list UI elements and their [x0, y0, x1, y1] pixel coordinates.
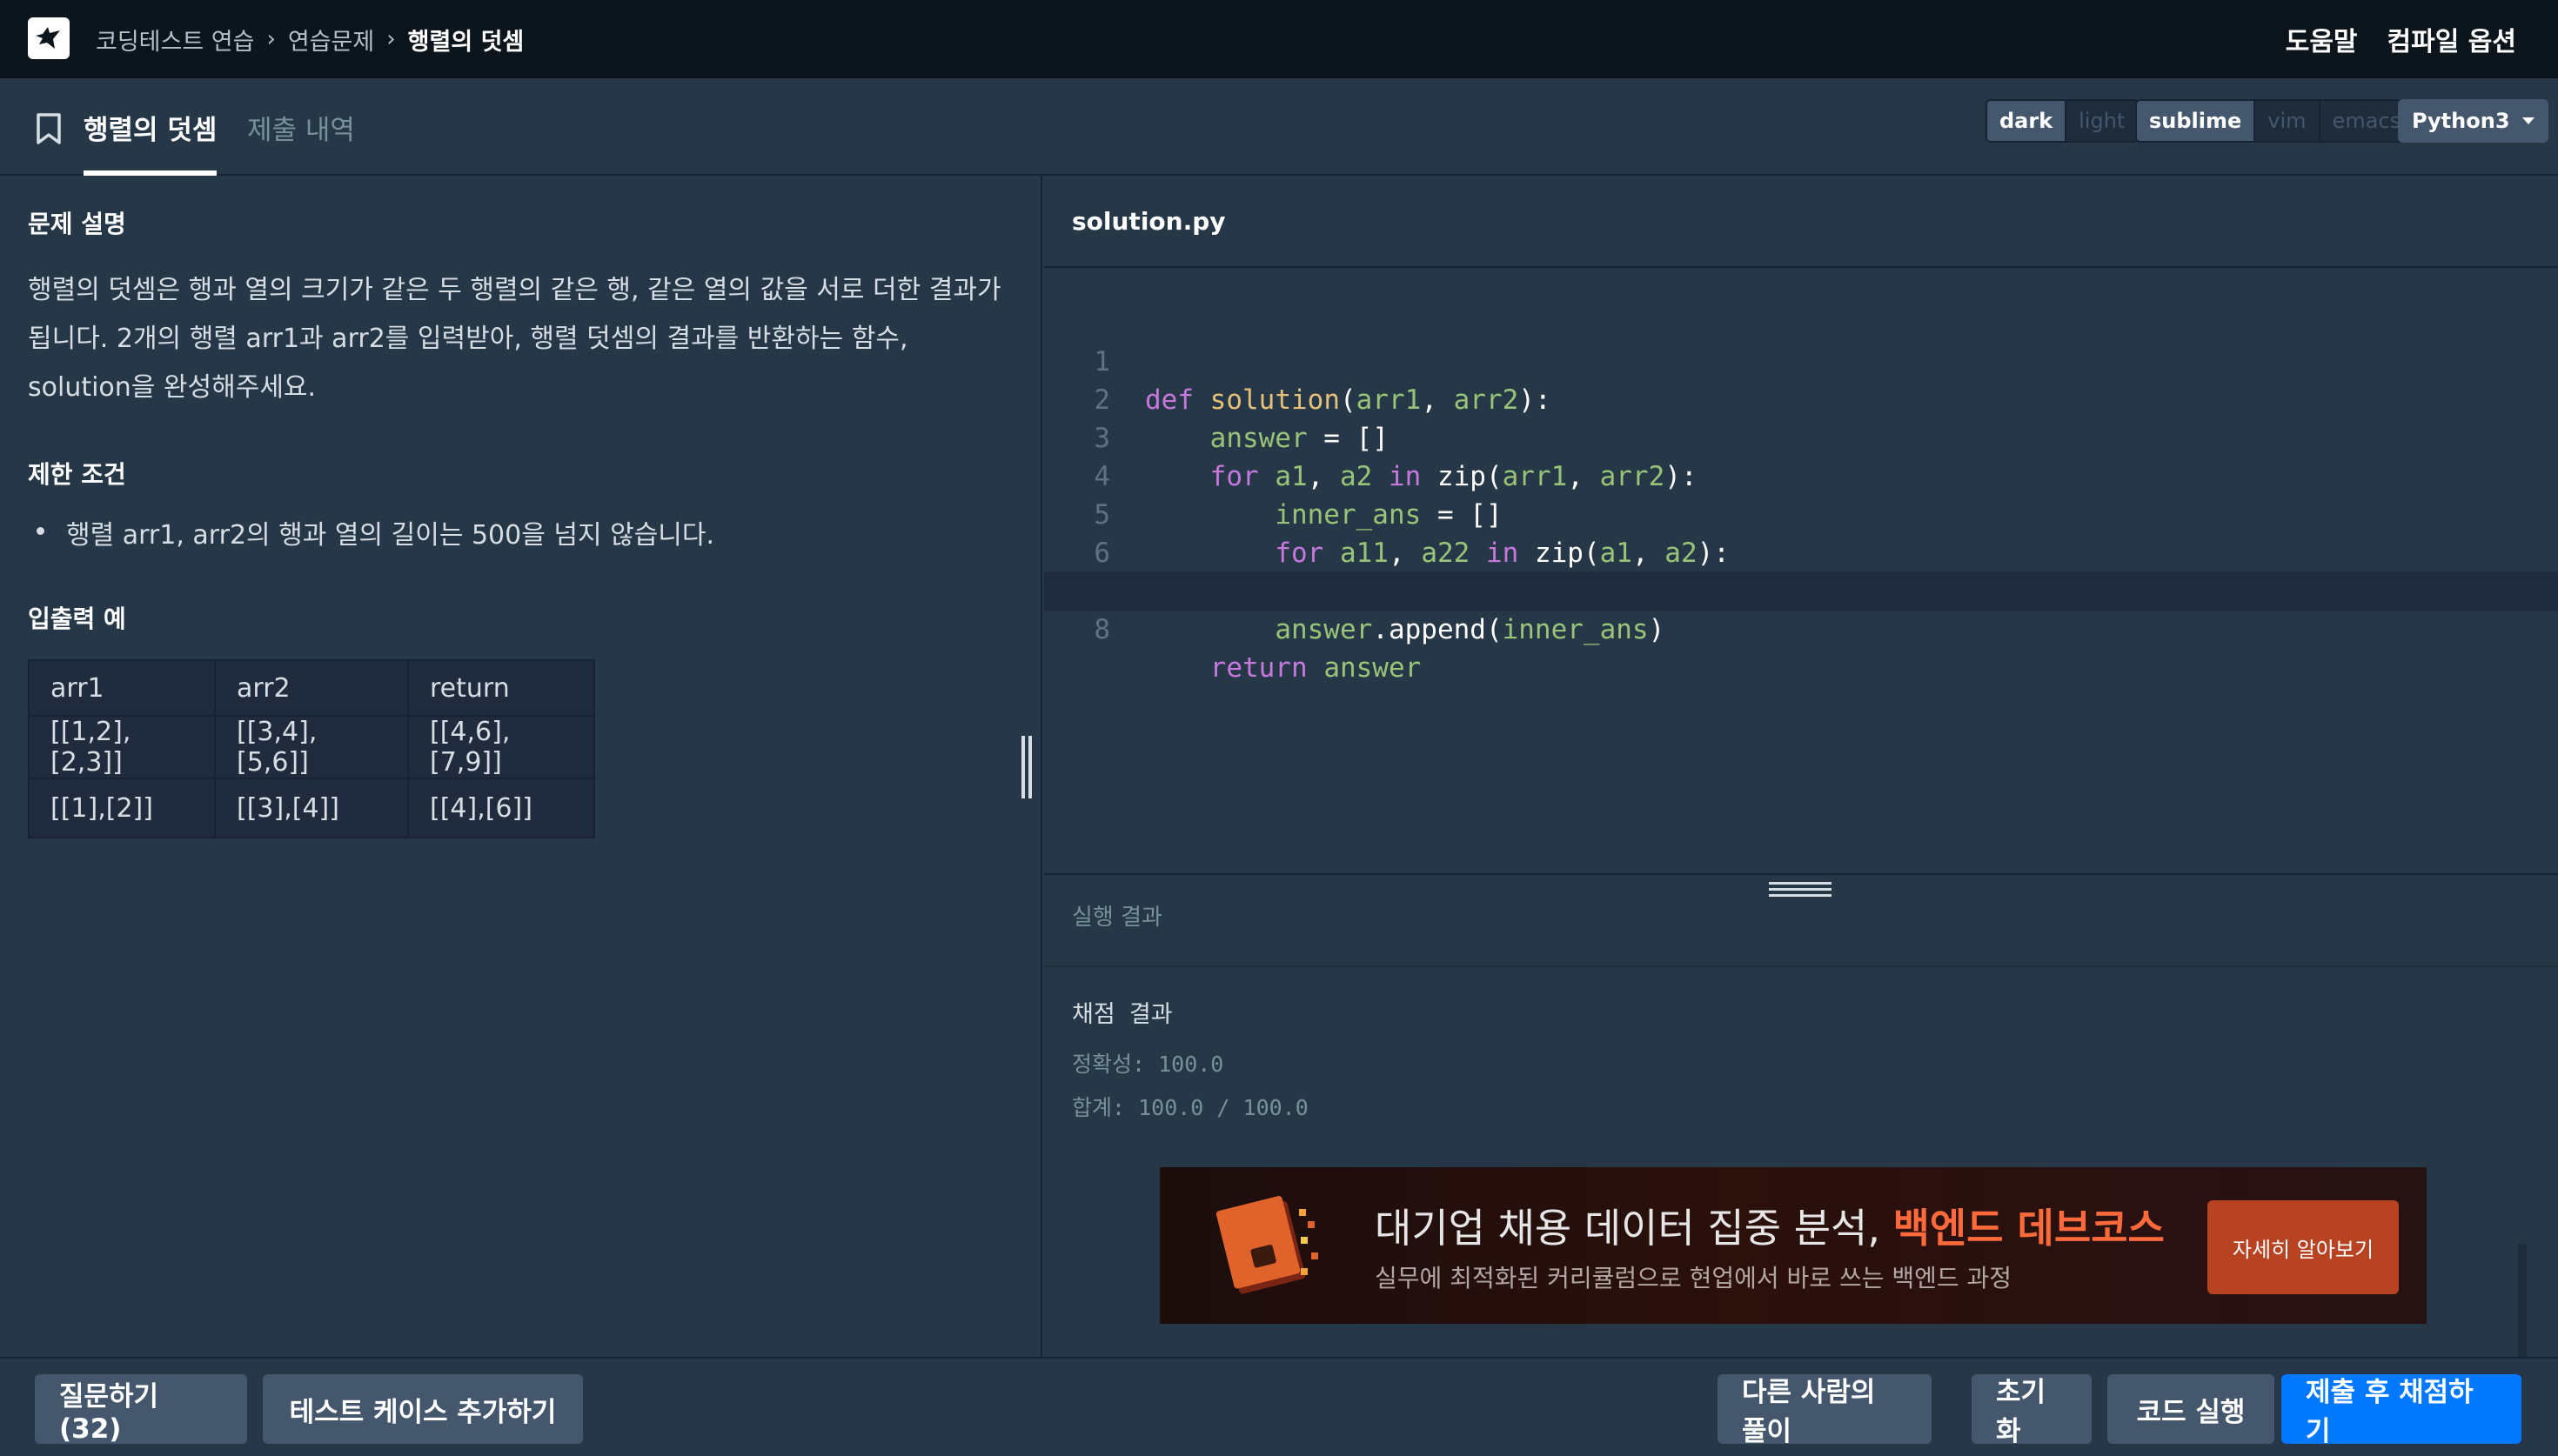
run-result-header: 실행 결과	[1072, 905, 1162, 931]
compile-options-link[interactable]: 컴파일 옵션	[2387, 20, 2516, 58]
chevron-right-icon: ›	[386, 26, 396, 52]
table-header-cell: return	[407, 659, 595, 717]
breadcrumb: 코딩테스트 연습 › 연습문제 › 행렬의 덧셈	[96, 0, 524, 78]
bookmark-icon[interactable]	[33, 111, 64, 146]
ad-banner[interactable]: 대기업 채용 데이터 집중 분석, 백엔드 데브코스 실무에 최적화된 커리큘럼…	[1160, 1167, 2427, 1324]
editor-filename: solution.py	[1044, 176, 2558, 268]
table-cell: [[1,2],[2,3]]	[28, 715, 216, 779]
grading-accuracy: 정확성: 100.0	[1072, 1052, 1224, 1077]
help-link[interactable]: 도움말	[2286, 20, 2358, 58]
editor-panel: solution.py 1 def solution(arr1, arr2): …	[1044, 176, 2558, 1357]
section-title-io-examples: 입출력 예	[28, 604, 126, 633]
keymap-sublime-button[interactable]: sublime	[2137, 101, 2254, 141]
grading-result-title: 채점 결과	[1072, 1001, 1173, 1028]
result-scrollbar[interactable]	[2518, 1244, 2527, 1357]
ad-title: 대기업 채용 데이터 집중 분석, 백엔드 데브코스	[1375, 1197, 2165, 1254]
ad-learn-more-button[interactable]: 자세히 알아보기	[2207, 1200, 2399, 1294]
theme-dark-button[interactable]: dark	[1987, 101, 2066, 141]
problem-description: 행렬의 덧셈은 행과 열의 크기가 같은 두 행렬의 같은 행, 같은 열의 값…	[28, 275, 1001, 403]
section-title-constraints: 제한 조건	[28, 460, 126, 489]
ad-title-highlight: 백엔드 데브코스	[1892, 1205, 2165, 1252]
theme-light-button[interactable]: light	[2065, 101, 2137, 141]
chevron-right-icon: ›	[266, 26, 276, 52]
code-line-active: 8 return answer	[1044, 572, 2558, 684]
breadcrumb-coding-test[interactable]: 코딩테스트 연습	[96, 23, 254, 57]
code-line: 3 for a1, a2 in zip(arr1, arr2):	[1044, 381, 2558, 492]
keymap-vim-button[interactable]: vim	[2253, 101, 2318, 141]
run-result-divider	[1044, 965, 2558, 967]
ad-subtitle: 실무에 최적화된 커리큘럼으로 현업에서 바로 쓰는 백엔드 과정	[1375, 1264, 2012, 1292]
table-cell: [[1],[2]]	[28, 778, 216, 838]
code-line: 5 for a11, a22 in zip(a1, a2):	[1044, 458, 2558, 569]
ad-title-prefix: 대기업 채용 데이터 집중 분석,	[1375, 1205, 1893, 1252]
keymap-toggle: sublime vim emacs	[2135, 99, 2415, 143]
code-line: 2 answer = []	[1044, 343, 2558, 454]
add-testcase-button[interactable]: 테스트 케이스 추가하기	[263, 1374, 583, 1444]
problem-panel: 문제 설명 행렬의 덧셈은 행과 열의 크기가 같은 두 행렬의 같은 행, 같…	[0, 176, 1042, 1357]
code-line: 4 inner_ans = []	[1044, 419, 2558, 531]
submit-button[interactable]: 제출 후 채점하기	[2281, 1374, 2521, 1447]
code-editor[interactable]: 1 def solution(arr1, arr2): 2 answer = […	[1044, 270, 2558, 873]
table-cell: [[4],[6]]	[407, 778, 595, 838]
panel-resize-handle[interactable]	[1018, 736, 1035, 798]
programmers-logo-icon[interactable]	[28, 17, 70, 59]
table-row: [[1,2],[2,3]] [[3,4],[5,6]] [[4,6],[7,9]…	[28, 715, 595, 779]
breadcrumb-current: 행렬의 덧셈	[407, 28, 525, 56]
code-line: 6 inner_ans.append(a11+a22)	[1044, 496, 2558, 607]
language-select[interactable]: Python3	[2398, 99, 2548, 143]
tab-submissions[interactable]: 제출 내역	[247, 78, 355, 176]
table-cell: [[4,6],[7,9]]	[407, 715, 595, 779]
language-select-value: Python3	[2412, 109, 2510, 133]
code-line: 1 def solution(arr1, arr2):	[1044, 304, 2558, 416]
constraint-item: 행렬 arr1, arr2의 행과 열의 길이는 500을 넘지 않습니다.	[36, 513, 714, 551]
editor-divider	[1044, 873, 2558, 875]
table-row: [[1],[2]] [[3],[4]] [[4],[6]]	[28, 778, 595, 838]
tab-problem[interactable]: 행렬의 덧셈	[84, 78, 218, 176]
breadcrumb-practice[interactable]: 연습문제	[288, 23, 374, 57]
section-title-description: 문제 설명	[28, 210, 126, 238]
others-solutions-button[interactable]: 다른 사람의 풀이	[1718, 1374, 1932, 1447]
code-line: 7 answer.append(inner_ans)	[1044, 534, 2558, 645]
table-cell: [[3,4],[5,6]]	[214, 715, 409, 779]
run-code-button[interactable]: 코드 실행	[2107, 1374, 2274, 1444]
result-resize-handle[interactable]	[1769, 882, 1831, 898]
io-example-table: arr1 arr2 return [[1,2],[2,3]] [[3,4],[5…	[28, 659, 595, 838]
spring-boot-book-icon	[1215, 1196, 1318, 1294]
reset-button[interactable]: 초기화	[1972, 1374, 2092, 1447]
table-cell: [[3],[4]]	[214, 778, 409, 838]
ask-question-button[interactable]: 질문하기 (32)	[35, 1374, 247, 1445]
table-header-cell: arr1	[28, 659, 216, 717]
grading-total: 합계: 100.0 / 100.0	[1072, 1095, 1309, 1120]
caret-down-icon	[2521, 117, 2535, 124]
top-navigation: 코딩테스트 연습 › 연습문제 › 행렬의 덧셈 도움말 컴파일 옵션	[0, 0, 2558, 78]
theme-toggle: dark light	[1985, 99, 2139, 143]
table-header-row: arr1 arr2 return	[28, 659, 595, 717]
line-number: 8	[1094, 614, 1110, 645]
table-header-cell: arr2	[214, 659, 409, 717]
